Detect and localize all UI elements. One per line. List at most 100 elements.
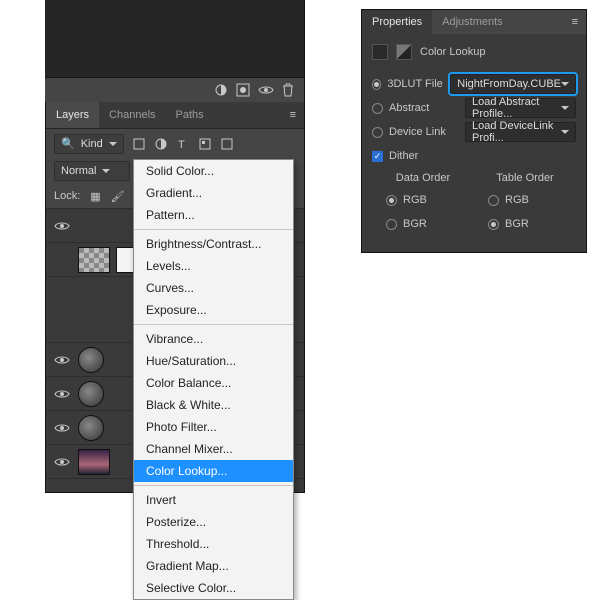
menu-item[interactable]: Color Balance... [134, 372, 293, 394]
label-bgr: BGR [403, 218, 427, 230]
adjustment-thumb [78, 381, 104, 407]
dropdown-3dlut-value: NightFromDay.CUBE [457, 78, 561, 90]
properties-panel: Properties Adjustments ≡ Color Lookup 3D… [361, 9, 587, 253]
tab-properties[interactable]: Properties [362, 10, 432, 34]
visibility-toggle[interactable] [46, 354, 78, 366]
filter-smart-icon[interactable] [220, 137, 234, 151]
properties-tabs: Properties Adjustments ≡ [362, 10, 586, 34]
chevron-down-icon [102, 169, 110, 177]
radio-device[interactable] [372, 127, 383, 138]
row-device: Device Link Load DeviceLink Profi... [372, 120, 576, 144]
search-icon: 🔍 [61, 137, 75, 150]
menu-item[interactable]: Channel Mixer... [134, 438, 293, 460]
label-bgr: BGR [505, 218, 529, 230]
chevron-down-icon [561, 106, 569, 114]
visibility-toggle[interactable] [46, 422, 78, 434]
blend-mode-dropdown[interactable]: Normal [54, 161, 130, 181]
panel-menu-icon[interactable]: ≡ [564, 16, 586, 28]
properties-title: Color Lookup [420, 46, 485, 58]
radio-data-bgr[interactable] [386, 219, 397, 230]
order-section: Data Order RGB BGR Table Order RGB BGR [372, 172, 576, 236]
filter-type-icon[interactable]: T [176, 137, 190, 151]
menu-item[interactable]: Curves... [134, 277, 293, 299]
menu-item[interactable]: Gradient... [134, 182, 293, 204]
label-rgb: RGB [505, 194, 529, 206]
menu-item[interactable]: Brightness/Contrast... [134, 233, 293, 255]
adjustment-layer-menu: Solid Color...Gradient...Pattern... Brigh… [133, 159, 294, 600]
dropdown-device-value: Load DeviceLink Profi... [472, 120, 561, 144]
lock-transparent-icon[interactable]: ▦ [90, 190, 100, 203]
menu-item[interactable]: Levels... [134, 255, 293, 277]
label-rgb: RGB [403, 194, 427, 206]
layer-thumb [78, 449, 110, 475]
dropdown-abstract[interactable]: Load Abstract Profile... [465, 98, 576, 118]
mask-icon[interactable] [236, 83, 250, 97]
menu-item[interactable]: Pattern... [134, 204, 293, 226]
label-abstract: Abstract [389, 102, 459, 114]
menu-separator [134, 485, 293, 486]
menu-item[interactable]: Invert [134, 489, 293, 511]
properties-header: Color Lookup [372, 44, 576, 60]
row-dither: Dither [372, 144, 576, 168]
menu-item[interactable]: Photo Filter... [134, 416, 293, 438]
radio-3dlut[interactable] [372, 79, 381, 90]
data-order-col: Data Order RGB BGR [372, 172, 474, 236]
filter-shape-icon[interactable] [198, 137, 212, 151]
menu-item[interactable]: Exposure... [134, 299, 293, 321]
label-dither: Dither [389, 150, 418, 162]
grid-icon [372, 44, 388, 60]
adjustment-thumb [78, 415, 104, 441]
svg-text:T: T [178, 139, 185, 151]
tab-channels[interactable]: Channels [99, 102, 165, 128]
menu-item[interactable]: Selective Color... [134, 577, 293, 599]
dropdown-device[interactable]: Load DeviceLink Profi... [465, 122, 576, 142]
radio-table-rgb[interactable] [488, 195, 499, 206]
tab-paths[interactable]: Paths [166, 102, 214, 128]
menu-item[interactable]: Color Lookup... [134, 460, 293, 482]
trash-icon[interactable] [282, 83, 294, 97]
lock-label: Lock: [54, 190, 80, 202]
filter-pixel-icon[interactable] [132, 137, 146, 151]
chevron-down-icon [109, 142, 117, 150]
label-3dlut: 3DLUT File [387, 78, 444, 90]
chevron-down-icon [561, 130, 569, 138]
visibility-toggle[interactable] [46, 220, 78, 232]
visibility-toggle[interactable] [46, 388, 78, 400]
filter-adjust-icon[interactable] [154, 137, 168, 151]
document-canvas [45, 0, 305, 78]
checkbox-dither[interactable] [372, 151, 383, 162]
visibility-icon[interactable] [258, 84, 274, 96]
layer-filter-row: 🔍 Kind T [46, 128, 304, 158]
filter-kind-dropdown[interactable]: 🔍 Kind [54, 134, 124, 154]
adjustment-icon[interactable] [214, 83, 228, 97]
data-order-header: Data Order [372, 172, 474, 184]
dropdown-abstract-value: Load Abstract Profile... [472, 96, 561, 120]
menu-item[interactable]: Solid Color... [134, 160, 293, 182]
layer-thumb [78, 247, 110, 273]
menu-item[interactable]: Threshold... [134, 533, 293, 555]
menu-item[interactable]: Gradient Map... [134, 555, 293, 577]
table-order-col: Table Order RGB BGR [474, 172, 576, 236]
row-abstract: Abstract Load Abstract Profile... [372, 96, 576, 120]
lock-paint-icon[interactable]: 🖌 [111, 190, 125, 203]
radio-data-rgb[interactable] [386, 195, 397, 206]
menu-item[interactable]: Posterize... [134, 511, 293, 533]
panel-menu-icon[interactable]: ≡ [282, 109, 304, 121]
table-order-header: Table Order [474, 172, 576, 184]
blend-mode-label: Normal [61, 165, 96, 177]
radio-table-bgr[interactable] [488, 219, 499, 230]
dropdown-3dlut-file[interactable]: NightFromDay.CUBE [450, 74, 576, 94]
tab-layers[interactable]: Layers [46, 102, 99, 128]
layer-panel-toolbar [45, 78, 305, 102]
menu-item[interactable]: Hue/Saturation... [134, 350, 293, 372]
visibility-toggle[interactable] [46, 456, 78, 468]
tab-adjustments[interactable]: Adjustments [432, 10, 513, 34]
layers-tabs: Layers Channels Paths ≡ [46, 102, 304, 128]
lookup-icon [396, 44, 412, 60]
menu-item[interactable]: Vibrance... [134, 328, 293, 350]
radio-abstract[interactable] [372, 103, 383, 114]
properties-body: Color Lookup 3DLUT File NightFromDay.CUB… [362, 34, 586, 252]
filter-kind-label: Kind [81, 138, 103, 150]
menu-separator [134, 229, 293, 230]
menu-item[interactable]: Black & White... [134, 394, 293, 416]
